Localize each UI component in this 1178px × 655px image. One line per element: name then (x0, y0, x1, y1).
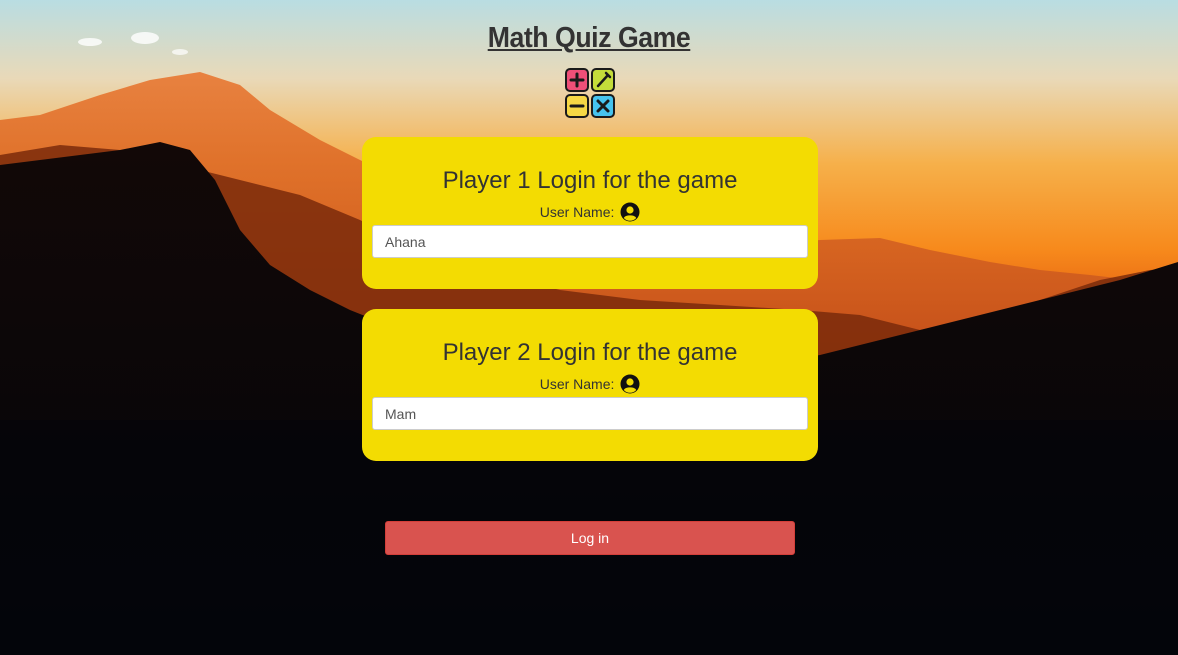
player-1-username-input[interactable] (372, 225, 808, 258)
login-page: Math Quiz Game Player 1 Login for the ga… (0, 0, 1178, 655)
player-2-username-input[interactable] (372, 397, 808, 430)
user-icon (620, 374, 640, 394)
player-1-username-label: User Name: (362, 202, 818, 222)
login-button[interactable]: Log in (385, 521, 795, 555)
player-2-heading: Player 2 Login for the game (442, 339, 738, 366)
username-label-text: User Name: (539, 376, 615, 392)
player-1-login-card: Player 1 Login for the game User Name: (362, 137, 818, 289)
user-icon (620, 202, 640, 222)
player-2-username-label: User Name: (362, 374, 818, 394)
username-label-text: User Name: (539, 204, 615, 220)
page-title: Math Quiz Game (487, 22, 691, 54)
player-1-heading: Player 1 Login for the game (442, 167, 738, 194)
player-2-login-card: Player 2 Login for the game User Name: (362, 309, 818, 461)
math-operations-icon (565, 68, 615, 118)
